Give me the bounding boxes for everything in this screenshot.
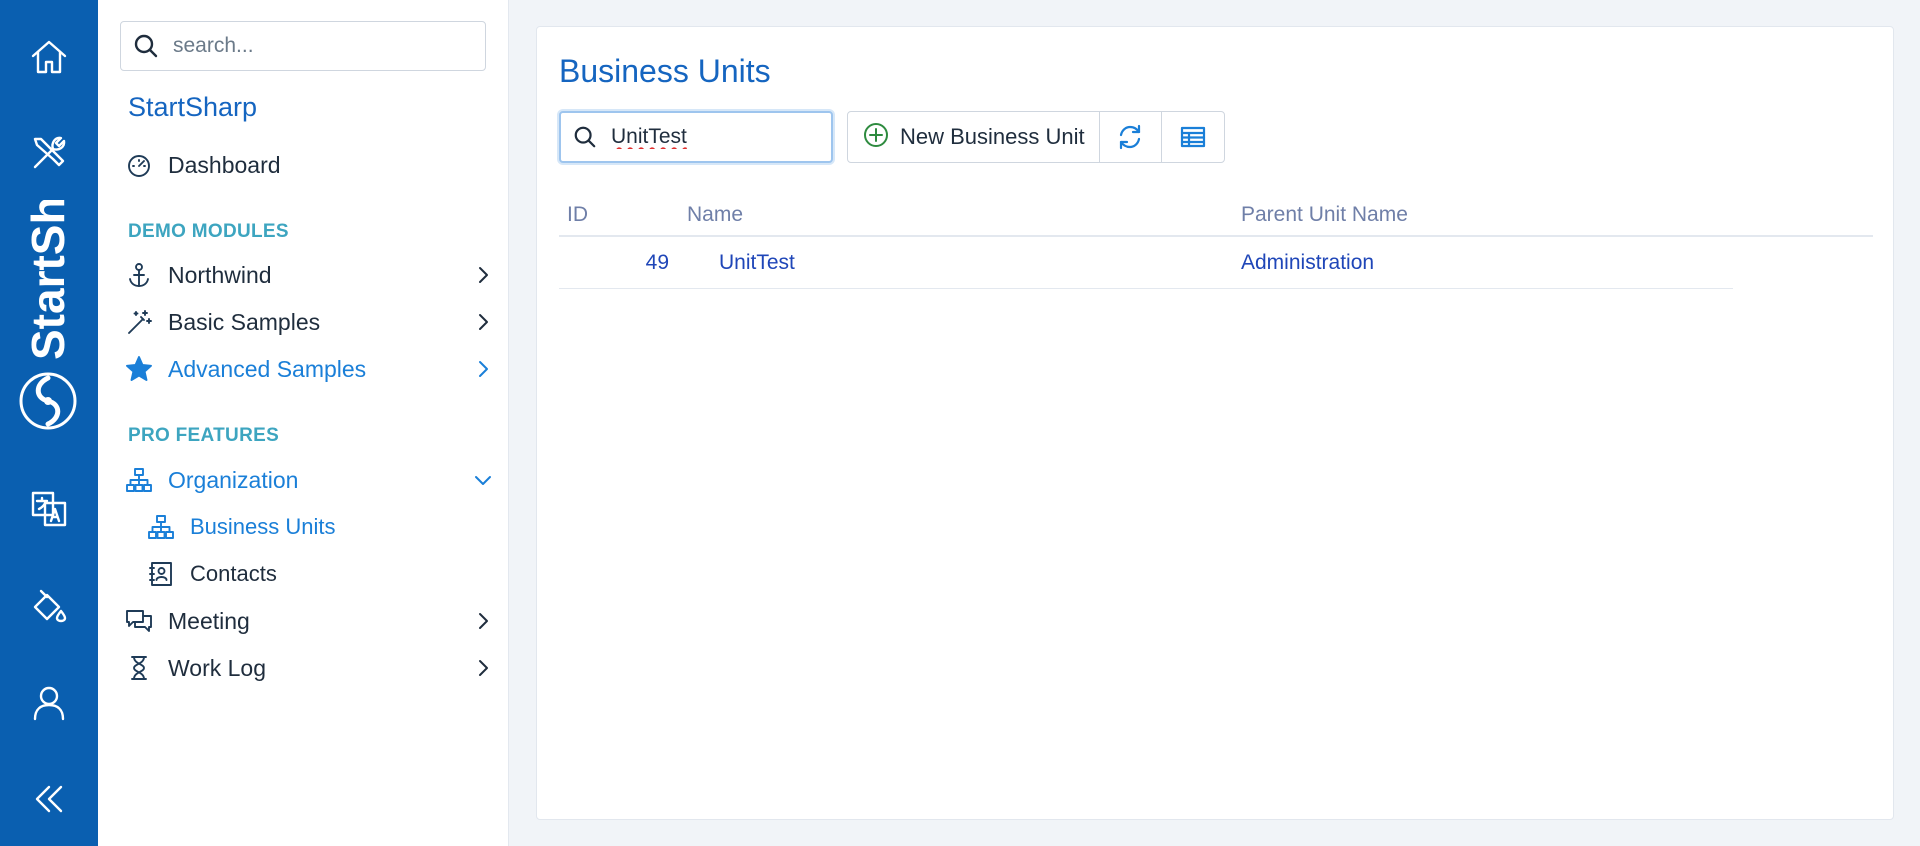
grid-search-input[interactable]: [611, 125, 811, 149]
chevron-right-icon: [472, 358, 494, 380]
sidebar-item-dashboard[interactable]: Dashboard: [124, 143, 494, 187]
chat-icon: [124, 606, 154, 636]
refresh-button[interactable]: [1100, 112, 1162, 162]
search-icon: [574, 126, 596, 148]
cell-parent-link[interactable]: Administration: [1241, 251, 1374, 275]
sidebar-item-label: Dashboard: [168, 151, 281, 178]
table-row[interactable]: 49 UnitTest Administration: [559, 237, 1733, 289]
chevron-right-icon: [472, 657, 494, 679]
cell-name-link[interactable]: UnitTest: [719, 251, 795, 275]
sidebar-item-organization[interactable]: Organization: [124, 458, 494, 502]
column-header-id[interactable]: ID: [567, 203, 588, 227]
tools-icon[interactable]: [24, 128, 74, 178]
icon-rail: StartSh: [0, 0, 98, 846]
chevron-right-icon: [472, 610, 494, 632]
cell-id: 49: [645, 251, 669, 274]
sidebar-item-label: Work Log: [168, 654, 267, 681]
column-header-name[interactable]: Name: [687, 203, 743, 227]
brand-wordmark: StartSh: [22, 200, 74, 360]
sidebar-search[interactable]: [120, 21, 486, 71]
sidebar-item-label: Meeting: [168, 607, 250, 634]
sidebar-item-advanced-samples[interactable]: Advanced Samples: [124, 347, 494, 391]
home-icon[interactable]: [24, 32, 74, 82]
app-name[interactable]: StartSharp: [128, 92, 257, 123]
org-chart-icon: [146, 512, 176, 542]
paint-bucket-icon[interactable]: [24, 582, 74, 632]
chevron-right-icon: [472, 311, 494, 333]
sidebar-item-meeting[interactable]: Meeting: [124, 599, 494, 643]
main-panel: Business Units New Business Unit ID Name…: [536, 26, 1894, 820]
speedometer-icon: [124, 150, 154, 180]
anchor-icon: [124, 260, 154, 290]
grid-search[interactable]: [559, 111, 833, 163]
new-business-unit-label: New Business Unit: [900, 124, 1085, 149]
grid-header: ID Name Parent Unit Name: [559, 193, 1873, 237]
sidebar-item-label: Advanced Samples: [168, 355, 367, 382]
sidebar-item-basic-samples[interactable]: Basic Samples: [124, 300, 494, 344]
user-icon[interactable]: [24, 678, 74, 728]
sidebar: StartSharp Dashboard DEMO MODULES Northw…: [98, 0, 509, 846]
column-header-parent-unit-name[interactable]: Parent Unit Name: [1241, 203, 1408, 227]
sidebar-item-label: Contacts: [190, 561, 277, 586]
section-demo-modules: DEMO MODULES: [128, 221, 289, 242]
grid-toolbar: New Business Unit: [847, 111, 1225, 163]
table-icon: [1180, 126, 1205, 148]
sidebar-item-label: Business Units: [190, 514, 336, 539]
contact-card-icon: [146, 559, 176, 589]
page-title: Business Units: [559, 53, 771, 89]
chevron-down-icon: [472, 469, 494, 491]
sidebar-item-northwind[interactable]: Northwind: [124, 253, 494, 297]
column-picker-button[interactable]: [1162, 112, 1224, 162]
collapse-icon[interactable]: [24, 774, 74, 824]
svg-text:StartSh: StartSh: [22, 200, 74, 360]
org-chart-icon: [124, 465, 154, 495]
sidebar-item-business-units[interactable]: Business Units: [146, 505, 486, 549]
refresh-icon: [1120, 124, 1141, 150]
brand-logo: [19, 372, 77, 430]
magic-wand-icon: [124, 307, 154, 337]
sidebar-item-work-log[interactable]: Work Log: [124, 646, 494, 690]
section-pro-features: PRO FEATURES: [128, 425, 280, 446]
sidebar-item-contacts[interactable]: Contacts: [146, 552, 486, 596]
hourglass-icon: [124, 653, 154, 683]
add-circle-icon: [862, 121, 890, 154]
sidebar-search-input[interactable]: [173, 34, 473, 58]
new-business-unit-button[interactable]: New Business Unit: [848, 112, 1100, 162]
sidebar-item-label: Northwind: [168, 261, 272, 288]
sidebar-item-label: Basic Samples: [168, 308, 321, 335]
search-icon: [134, 34, 158, 58]
chevron-right-icon: [472, 264, 494, 286]
translate-icon[interactable]: [24, 484, 74, 534]
sidebar-item-label: Organization: [168, 466, 299, 493]
star-icon: [124, 354, 154, 384]
